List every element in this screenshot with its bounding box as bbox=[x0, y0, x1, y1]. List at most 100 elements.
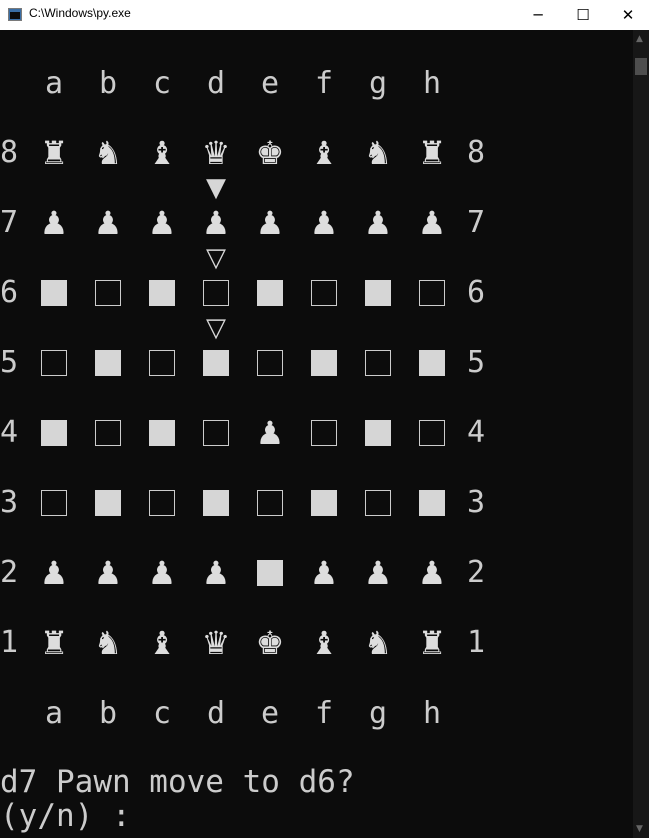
square-h4[interactable] bbox=[412, 413, 452, 453]
chess-piece-b2[interactable]: ♟ bbox=[94, 553, 123, 593]
scroll-down-icon[interactable]: ▼ bbox=[636, 824, 643, 834]
chess-piece-a1[interactable]: ♜ bbox=[40, 623, 69, 663]
chess-piece-f2[interactable]: ♟ bbox=[310, 553, 339, 593]
square-f2[interactable]: ♟ bbox=[304, 553, 344, 593]
square-e7[interactable]: ♟ bbox=[250, 203, 290, 243]
square-f1[interactable]: ♝ bbox=[304, 623, 344, 663]
square-c8[interactable]: ♝ bbox=[142, 133, 182, 173]
maximize-button[interactable]: ☐ bbox=[560, 0, 606, 30]
square-f6[interactable] bbox=[304, 273, 344, 313]
square-d7[interactable]: ♟ bbox=[196, 203, 236, 243]
square-g8[interactable]: ♞ bbox=[358, 133, 398, 173]
chess-piece-h1[interactable]: ♜ bbox=[418, 623, 447, 663]
chess-piece-b1[interactable]: ♞ bbox=[94, 623, 123, 663]
chess-piece-d2[interactable]: ♟ bbox=[202, 553, 231, 593]
chess-piece-h8[interactable]: ♜ bbox=[418, 133, 447, 173]
square-a1[interactable]: ♜ bbox=[34, 623, 74, 663]
square-g5[interactable] bbox=[358, 343, 398, 383]
square-c1[interactable]: ♝ bbox=[142, 623, 182, 663]
square-b2[interactable]: ♟ bbox=[88, 553, 128, 593]
square-d1[interactable]: ♛ bbox=[196, 623, 236, 663]
square-a7[interactable]: ♟ bbox=[34, 203, 74, 243]
chess-piece-f1[interactable]: ♝ bbox=[310, 623, 339, 663]
vertical-scrollbar[interactable]: ▲ ▼ bbox=[633, 30, 649, 838]
square-a8[interactable]: ♜ bbox=[34, 133, 74, 173]
chess-piece-c2[interactable]: ♟ bbox=[148, 553, 177, 593]
square-d8[interactable]: ♛ bbox=[196, 133, 236, 173]
square-g4[interactable] bbox=[358, 413, 398, 453]
chess-piece-e8[interactable]: ♚ bbox=[256, 133, 285, 173]
chess-piece-d8[interactable]: ♛ bbox=[202, 133, 231, 173]
chess-piece-g1[interactable]: ♞ bbox=[364, 623, 393, 663]
chess-piece-e7[interactable]: ♟ bbox=[256, 203, 285, 243]
square-b4[interactable] bbox=[88, 413, 128, 453]
chess-piece-e1[interactable]: ♚ bbox=[256, 623, 285, 663]
square-b1[interactable]: ♞ bbox=[88, 623, 128, 663]
chess-piece-b8[interactable]: ♞ bbox=[94, 133, 123, 173]
square-h8[interactable]: ♜ bbox=[412, 133, 452, 173]
console-output[interactable]: d7 Pawn move to d6? (y/n) : abcdefghabcd… bbox=[0, 30, 633, 838]
square-c4[interactable] bbox=[142, 413, 182, 453]
square-f4[interactable] bbox=[304, 413, 344, 453]
square-d3[interactable] bbox=[196, 483, 236, 523]
chess-piece-c8[interactable]: ♝ bbox=[148, 133, 177, 173]
square-g7[interactable]: ♟ bbox=[358, 203, 398, 243]
square-f5[interactable] bbox=[304, 343, 344, 383]
square-g3[interactable] bbox=[358, 483, 398, 523]
chess-piece-h2[interactable]: ♟ bbox=[418, 553, 447, 593]
scroll-up-icon[interactable]: ▲ bbox=[636, 34, 643, 44]
square-b5[interactable] bbox=[88, 343, 128, 383]
square-c3[interactable] bbox=[142, 483, 182, 523]
square-g1[interactable]: ♞ bbox=[358, 623, 398, 663]
square-c5[interactable] bbox=[142, 343, 182, 383]
chess-piece-d7[interactable]: ♟ bbox=[202, 203, 231, 243]
prompt-input-line[interactable]: (y/n) : bbox=[0, 799, 131, 833]
chess-piece-f7[interactable]: ♟ bbox=[310, 203, 339, 243]
chess-piece-d1[interactable]: ♛ bbox=[202, 623, 231, 663]
chess-piece-b7[interactable]: ♟ bbox=[94, 203, 123, 243]
square-d6[interactable] bbox=[196, 273, 236, 313]
chess-piece-c1[interactable]: ♝ bbox=[148, 623, 177, 663]
chess-piece-g7[interactable]: ♟ bbox=[364, 203, 393, 243]
square-b6[interactable] bbox=[88, 273, 128, 313]
square-e6[interactable] bbox=[250, 273, 290, 313]
square-e1[interactable]: ♚ bbox=[250, 623, 290, 663]
chess-piece-e4[interactable]: ♟ bbox=[256, 413, 285, 453]
square-d5[interactable] bbox=[196, 343, 236, 383]
close-button[interactable]: ✕ bbox=[605, 0, 649, 30]
chess-piece-f8[interactable]: ♝ bbox=[310, 133, 339, 173]
square-c2[interactable]: ♟ bbox=[142, 553, 182, 593]
chess-piece-a7[interactable]: ♟ bbox=[40, 203, 69, 243]
square-f8[interactable]: ♝ bbox=[304, 133, 344, 173]
square-d2[interactable]: ♟ bbox=[196, 553, 236, 593]
square-f7[interactable]: ♟ bbox=[304, 203, 344, 243]
square-a5[interactable] bbox=[34, 343, 74, 383]
square-e2[interactable] bbox=[250, 553, 290, 593]
square-b7[interactable]: ♟ bbox=[88, 203, 128, 243]
square-h5[interactable] bbox=[412, 343, 452, 383]
square-e8[interactable]: ♚ bbox=[250, 133, 290, 173]
square-e3[interactable] bbox=[250, 483, 290, 523]
chess-piece-g2[interactable]: ♟ bbox=[364, 553, 393, 593]
chess-piece-h7[interactable]: ♟ bbox=[418, 203, 447, 243]
square-e5[interactable] bbox=[250, 343, 290, 383]
square-e4[interactable]: ♟ bbox=[250, 413, 290, 453]
square-a2[interactable]: ♟ bbox=[34, 553, 74, 593]
square-g6[interactable] bbox=[358, 273, 398, 313]
square-a3[interactable] bbox=[34, 483, 74, 523]
square-h6[interactable] bbox=[412, 273, 452, 313]
square-h1[interactable]: ♜ bbox=[412, 623, 452, 663]
square-c6[interactable] bbox=[142, 273, 182, 313]
square-a6[interactable] bbox=[34, 273, 74, 313]
square-g2[interactable]: ♟ bbox=[358, 553, 398, 593]
square-h2[interactable]: ♟ bbox=[412, 553, 452, 593]
chess-piece-a8[interactable]: ♜ bbox=[40, 133, 69, 173]
square-h3[interactable] bbox=[412, 483, 452, 523]
square-b8[interactable]: ♞ bbox=[88, 133, 128, 173]
square-f3[interactable] bbox=[304, 483, 344, 523]
square-d4[interactable] bbox=[196, 413, 236, 453]
scrollbar-thumb[interactable] bbox=[635, 58, 647, 75]
square-h7[interactable]: ♟ bbox=[412, 203, 452, 243]
square-a4[interactable] bbox=[34, 413, 74, 453]
chess-piece-c7[interactable]: ♟ bbox=[148, 203, 177, 243]
